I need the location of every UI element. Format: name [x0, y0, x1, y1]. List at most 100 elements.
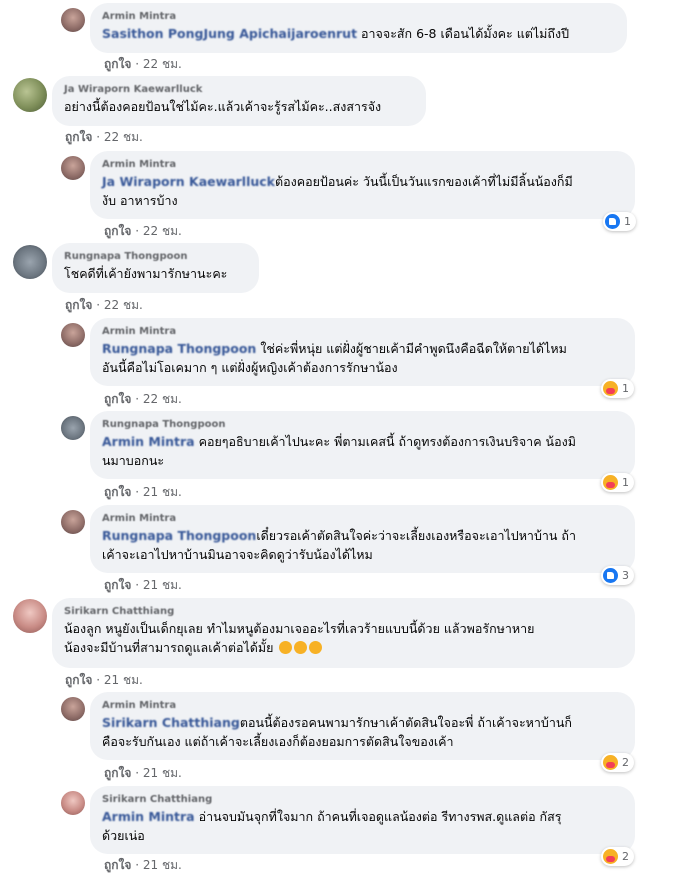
reaction-count[interactable]: 1 [603, 212, 636, 231]
comment-text-line2: น้องจะมีบ้านที่สามารถดูแลเค้าต่อได้มั้ย [64, 640, 274, 655]
reaction-count[interactable]: 1 [601, 379, 634, 398]
separator: · [135, 485, 140, 499]
timestamp[interactable]: 22 ชม. [104, 298, 143, 312]
reaction-number: 1 [622, 382, 629, 395]
timestamp[interactable]: 21 ชม. [143, 485, 182, 499]
separator: · [96, 298, 101, 312]
comment-text: คอยๆอธิบายเค้าไปนะคะ พี่ตามเคสนี้ ถ้าดูท… [198, 434, 576, 449]
comment-bubble: Armin Mintra Ja Wiraporn Kaewarlluckต้อง… [90, 151, 635, 219]
separator: · [135, 766, 140, 780]
timestamp[interactable]: 21 ชม. [143, 858, 182, 872]
reaction-number: 2 [622, 756, 629, 769]
comment-actions: ถูกใจ · 21 ชม. [104, 764, 182, 783]
like-action[interactable]: ถูกใจ [104, 392, 131, 406]
like-action[interactable]: ถูกใจ [65, 130, 92, 144]
timestamp[interactable]: 21 ชม. [143, 578, 182, 592]
mention-link[interactable]: Rungnapa Thongpoon [102, 528, 256, 543]
timestamp[interactable]: 21 ชม. [143, 766, 182, 780]
like-action[interactable]: ถูกใจ [104, 224, 131, 238]
comment-actions: ถูกใจ · 22 ชม. [104, 222, 182, 241]
avatar[interactable] [61, 323, 85, 347]
like-action[interactable]: ถูกใจ [65, 298, 92, 312]
comment-actions: ถูกใจ · 21 ชม. [104, 856, 182, 875]
comment-author[interactable]: Armin Mintra [102, 512, 623, 526]
comment-bubble: Sirikarn Chatthiang Armin Mintra อ่านจบม… [90, 786, 635, 854]
reaction-number: 3 [622, 569, 629, 582]
comment-text-line2: อันนี้คือไม่โอเคมาก ๆ แต่ฝั่งผู้หญิงเค้า… [102, 360, 398, 375]
avatar[interactable] [13, 245, 47, 279]
comment-text-line2: นมาบอกนะ [102, 453, 165, 468]
comment-author[interactable]: Rungnapa Thongpoon [64, 250, 247, 264]
sad-emoji-icon [294, 641, 308, 654]
reaction-count[interactable]: 2 [601, 753, 634, 772]
comment-author[interactable]: Armin Mintra [102, 158, 623, 172]
comment-text-line2: คือจะรับกันเอง แต่ถ้าเค้าจะเลี้ยงเองก็ต้… [102, 734, 454, 749]
comment-actions: ถูกใจ · 21 ชม. [104, 576, 182, 595]
mention-link[interactable]: Sirikarn Chatthiang [102, 715, 240, 730]
comment-bubble: Rungnapa Thongpoon Armin Mintra คอยๆอธิบ… [90, 411, 635, 479]
avatar[interactable] [61, 510, 85, 534]
like-reaction-icon [603, 568, 618, 583]
like-action[interactable]: ถูกใจ [104, 578, 131, 592]
comment-author[interactable]: Sirikarn Chatthiang [64, 605, 623, 619]
comment-text: น้องลูก หนูยังเป็นเด็กยุเลย ทำไมหนูต้องม… [64, 621, 535, 636]
like-action[interactable]: ถูกใจ [104, 766, 131, 780]
reaction-count[interactable]: 1 [601, 473, 634, 492]
timestamp[interactable]: 22 ชม. [104, 130, 143, 144]
like-action[interactable]: ถูกใจ [65, 673, 92, 687]
comment-text-line2: ด้วยเน่อ [102, 828, 145, 843]
reaction-count[interactable]: 3 [601, 566, 634, 585]
comment-bubble: Sirikarn Chatthiang น้องลูก หนูยังเป็นเด… [52, 598, 635, 668]
reaction-number: 2 [622, 850, 629, 863]
mention-link[interactable]: Ja Wiraporn Kaewarlluck [102, 174, 275, 189]
avatar[interactable] [61, 791, 85, 815]
timestamp[interactable]: 22 ชม. [143, 392, 182, 406]
comment-bubble: Armin Mintra Sirikarn Chatthiangตอนนี้ต้… [90, 692, 635, 760]
comment-bubble: Rungnapa Thongpoon โชคดีที่เค้ายังพามารั… [52, 243, 259, 293]
reaction-number: 1 [624, 215, 631, 228]
mention-link[interactable]: Armin Mintra [102, 434, 195, 449]
comment-actions: ถูกใจ · 21 ชม. [104, 483, 182, 502]
comment-actions: ถูกใจ · 22 ชม. [65, 296, 143, 315]
mention-link[interactable]: Sasithon PongJung Apichaijaroenrut [102, 26, 357, 41]
avatar[interactable] [13, 78, 47, 112]
avatar[interactable] [61, 8, 85, 32]
comment-text: ตอนนี้ต้องรอคนพามารักษาเค้าตัดสินใจอะพี่… [239, 715, 572, 730]
care-reaction-icon [603, 475, 618, 490]
like-action[interactable]: ถูกใจ [104, 858, 131, 872]
separator: · [135, 224, 140, 238]
mention-link[interactable]: Armin Mintra [102, 809, 195, 824]
timestamp[interactable]: 21 ชม. [104, 673, 143, 687]
care-reaction-icon [603, 381, 618, 396]
timestamp[interactable]: 22 ชม. [143, 57, 182, 71]
comment-text: อย่างนี้ต้องคอยป้อนใช่ไม้คะ.แล้วเค้าจะรู… [64, 99, 382, 114]
comment-text: ใช่ค่ะพี่หนุ่ย แต่ฝั่งผู้ชายเค้ามีคำพูดน… [260, 341, 567, 356]
comment-actions: ถูกใจ · 22 ชม. [65, 128, 143, 147]
comment-bubble: Ja Wiraporn Kaewarlluck อย่างนี้ต้องคอยป… [52, 76, 426, 126]
comment-author[interactable]: Armin Mintra [102, 325, 623, 339]
like-reaction-icon [605, 214, 620, 229]
comment-text: โชคดีที่เค้ายังพามารักษานะคะ [64, 266, 228, 281]
comment-author[interactable]: Rungnapa Thongpoon [102, 418, 623, 432]
comment-text-line2: เค้าจะเอาไปหาบ้านมินอาจจะคิดดูว่ารับน้อง… [102, 547, 373, 562]
mention-link[interactable]: Rungnapa Thongpoon [102, 341, 256, 356]
separator: · [135, 578, 140, 592]
separator: · [96, 130, 101, 144]
like-action[interactable]: ถูกใจ [104, 57, 131, 71]
like-action[interactable]: ถูกใจ [104, 485, 131, 499]
comment-author[interactable]: Armin Mintra [102, 10, 615, 24]
avatar[interactable] [61, 156, 85, 180]
avatar[interactable] [13, 599, 47, 633]
care-reaction-icon [603, 849, 618, 864]
comment-author[interactable]: Armin Mintra [102, 699, 623, 713]
comment-author[interactable]: Ja Wiraporn Kaewarlluck [64, 83, 414, 97]
avatar[interactable] [61, 697, 85, 721]
comment-author[interactable]: Sirikarn Chatthiang [102, 793, 623, 807]
comment-text-line2: งับ อาหารบ้าง [102, 193, 178, 208]
comment-actions: ถูกใจ · 22 ชม. [104, 55, 182, 74]
timestamp[interactable]: 22 ชม. [143, 224, 182, 238]
avatar[interactable] [61, 416, 85, 440]
care-reaction-icon [603, 755, 618, 770]
comment-text: เดี๋ยวรอเค้าตัดสินใจค่ะว่าจะเลี้ยงเองหรื… [256, 528, 577, 543]
reaction-count[interactable]: 2 [601, 847, 634, 866]
